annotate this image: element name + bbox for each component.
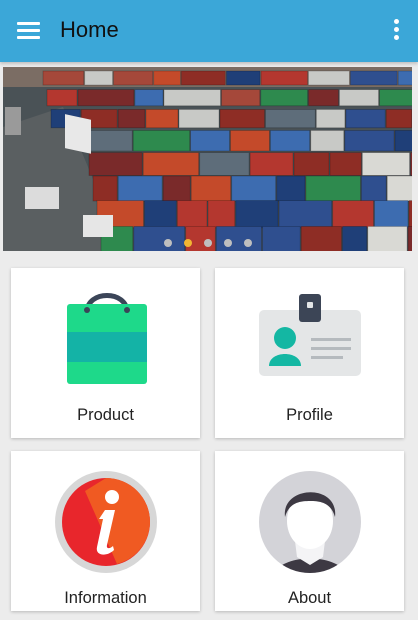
carousel-dot[interactable] <box>223 239 232 247</box>
product-label: Product <box>77 406 134 424</box>
shipping-containers-photo <box>3 67 412 251</box>
menu-button[interactable] <box>8 12 48 52</box>
carousel-indicator <box>3 239 412 247</box>
carousel-dot-active[interactable] <box>183 239 192 247</box>
user-avatar-icon <box>259 471 361 573</box>
profile-card[interactable]: Profile <box>215 268 404 438</box>
information-card[interactable]: Information <box>11 451 200 611</box>
carousel-dot[interactable] <box>243 239 252 247</box>
carousel-dot[interactable] <box>203 239 212 247</box>
image-carousel[interactable] <box>3 67 412 251</box>
page-title: Home <box>60 17 119 42</box>
id-card-icon <box>259 294 361 376</box>
carousel-dot[interactable] <box>163 239 172 247</box>
overflow-menu-button[interactable] <box>388 14 404 46</box>
info-icon <box>55 471 157 573</box>
shopping-bag-icon <box>67 293 147 384</box>
profile-label: Profile <box>286 406 333 424</box>
information-label: Information <box>64 589 147 607</box>
product-card[interactable]: Product <box>11 268 200 438</box>
app-bar: Home <box>0 0 418 62</box>
about-label: About <box>287 589 332 607</box>
about-card[interactable]: About <box>215 451 404 611</box>
